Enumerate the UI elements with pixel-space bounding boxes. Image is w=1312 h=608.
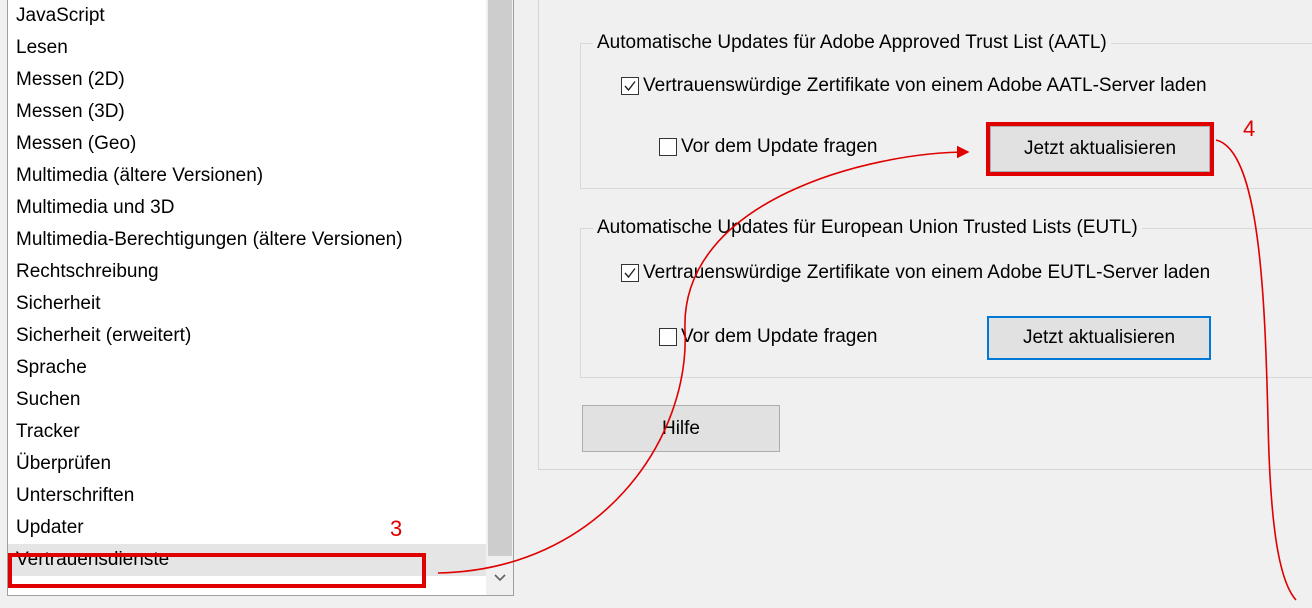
eutl-load-label: Vertrauenswürdige Zertifikate von einem … (643, 262, 1211, 283)
checkmark-icon (624, 81, 636, 92)
help-button[interactable]: Hilfe (582, 405, 780, 452)
aatl-update-button[interactable]: Jetzt aktualisieren (990, 126, 1210, 172)
category-items: JavaScript Lesen Messen (2D) Messen (3D)… (8, 0, 486, 576)
category-item-multimedia-permissions[interactable]: Multimedia-Berechtigungen (ältere Versio… (8, 224, 486, 256)
category-scrollbar[interactable] (486, 0, 513, 595)
step-number-3: 3 (390, 516, 403, 541)
aatl-ask-checkbox[interactable] (659, 138, 677, 156)
category-item-language[interactable]: Sprache (8, 352, 486, 384)
category-item-signatures[interactable]: Unterschriften (8, 480, 486, 512)
aatl-load-label: Vertrauenswürdige Zertifikate von einem … (643, 75, 1207, 96)
category-item-multimedia-legacy[interactable]: Multimedia (ältere Versionen) (8, 160, 486, 192)
eutl-update-button[interactable]: Jetzt aktualisieren (987, 316, 1211, 360)
category-item-lesen[interactable]: Lesen (8, 32, 486, 64)
eutl-ask-label: Vor dem Update fragen (681, 326, 878, 347)
category-item-multimedia-3d[interactable]: Multimedia und 3D (8, 192, 486, 224)
step-number-4: 4 (1243, 116, 1256, 141)
category-item-trust-services[interactable]: Vertrauensdienste (8, 544, 486, 576)
eutl-load-checkbox[interactable] (621, 264, 639, 282)
category-item-security-enhanced[interactable]: Sicherheit (erweitert) (8, 320, 486, 352)
aatl-ask-label: Vor dem Update fragen (681, 136, 878, 157)
category-item-updater[interactable]: Updater (8, 512, 486, 544)
aatl-load-checkbox[interactable] (621, 77, 639, 95)
category-list[interactable]: JavaScript Lesen Messen (2D) Messen (3D)… (7, 0, 514, 596)
category-scrollbar-thumb[interactable] (488, 0, 512, 556)
category-item-javascript[interactable]: JavaScript (8, 0, 486, 32)
eutl-load-checkbox-row[interactable]: Vertrauenswürdige Zertifikate von einem … (621, 260, 1210, 286)
checkmark-icon (624, 268, 636, 279)
category-item-review[interactable]: Überprüfen (8, 448, 486, 480)
scroll-down-button[interactable] (486, 561, 513, 595)
chevron-down-icon (494, 574, 506, 582)
eutl-group-legend: Automatische Updates für European Union … (593, 216, 1142, 240)
eutl-ask-checkbox[interactable] (659, 328, 677, 346)
category-item-messen-2d[interactable]: Messen (2D) (8, 64, 486, 96)
aatl-group-legend: Automatische Updates für Adobe Approved … (593, 31, 1111, 55)
category-item-security[interactable]: Sicherheit (8, 288, 486, 320)
category-item-spelling[interactable]: Rechtschreibung (8, 256, 486, 288)
aatl-ask-checkbox-row[interactable]: Vor dem Update fragen (659, 134, 877, 160)
category-item-messen-3d[interactable]: Messen (3D) (8, 96, 486, 128)
category-item-tracker[interactable]: Tracker (8, 416, 486, 448)
eutl-ask-checkbox-row[interactable]: Vor dem Update fragen (659, 324, 877, 350)
category-item-messen-geo[interactable]: Messen (Geo) (8, 128, 486, 160)
category-item-search[interactable]: Suchen (8, 384, 486, 416)
aatl-load-checkbox-row[interactable]: Vertrauenswürdige Zertifikate von einem … (621, 73, 1207, 99)
